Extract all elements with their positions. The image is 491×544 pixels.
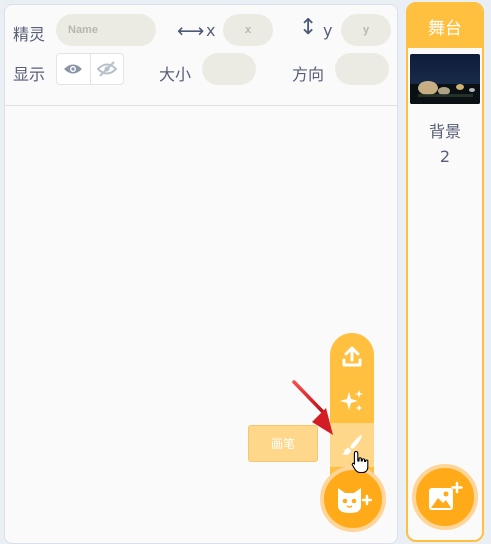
size-label: 大小 xyxy=(159,65,192,84)
size-input[interactable] xyxy=(202,53,256,85)
y-input[interactable] xyxy=(341,14,391,46)
backdrops-label: 背景 xyxy=(428,122,461,141)
vertical-arrows-icon: ↕ xyxy=(299,15,318,40)
choose-backdrop-button[interactable] xyxy=(412,464,478,530)
horizontal-arrows-icon: ⟷ xyxy=(177,20,205,42)
eye-slash-icon xyxy=(96,61,117,77)
x-input[interactable] xyxy=(223,14,273,46)
show-label: 显示 xyxy=(13,65,46,84)
direction-input[interactable] xyxy=(335,53,389,85)
choose-sprite-button[interactable] xyxy=(320,466,386,532)
x-label: x xyxy=(206,21,216,40)
y-label: y xyxy=(323,21,333,40)
upload-sprite-button[interactable] xyxy=(330,335,374,379)
stage-pane[interactable]: 舞台 背景 2 xyxy=(406,2,484,542)
direction-label: 方向 xyxy=(292,65,325,84)
sprite-name-input[interactable] xyxy=(56,14,156,46)
annotation-arrow xyxy=(292,380,333,435)
backdrop-add-icon xyxy=(429,481,463,510)
sprite-info-panel: 精灵 ⟷ x ↕ y 显示 大小 xyxy=(5,5,397,106)
sprite-label: 精灵 xyxy=(13,25,46,44)
show-sprite-button[interactable] xyxy=(57,54,90,84)
hand-cursor-icon xyxy=(351,450,369,474)
backdrops-count: 2 xyxy=(439,147,451,166)
stage-backdrop-thumbnail[interactable] xyxy=(410,54,480,104)
hide-sprite-button[interactable] xyxy=(89,54,124,84)
stage-header: 舞台 xyxy=(408,4,482,48)
cat-add-icon xyxy=(338,488,372,513)
upload-icon xyxy=(342,346,362,367)
visibility-toggle xyxy=(56,53,124,85)
eye-icon xyxy=(64,64,83,74)
